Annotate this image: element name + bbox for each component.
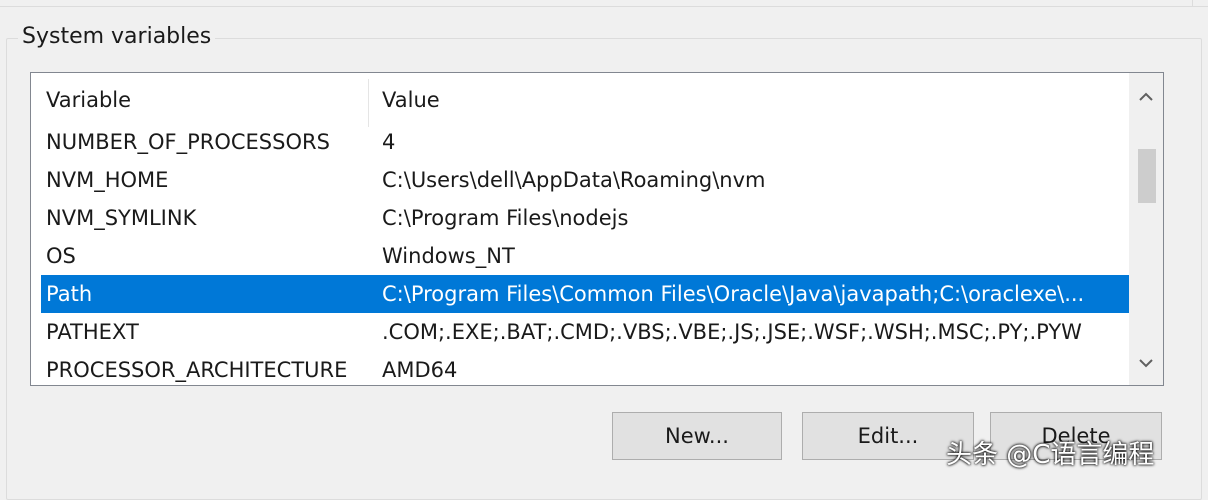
variable-name: OS: [46, 244, 76, 268]
system-variables-list[interactable]: Variable Value NUMBER_OF_PROCESSORS 4 NV…: [30, 72, 1164, 386]
variable-value: C:\Program Files\nodejs: [382, 206, 629, 230]
chevron-down-icon[interactable]: [1129, 343, 1163, 383]
variable-value: AMD64: [382, 358, 458, 382]
list-row[interactable]: NVM_HOME C:\Users\dell\AppData\Roaming\n…: [31, 161, 1127, 199]
chevron-up-icon[interactable]: [1129, 77, 1163, 117]
variable-value: Windows_NT: [382, 244, 515, 268]
column-header-value[interactable]: Value: [382, 73, 440, 127]
list-row[interactable]: NVM_SYMLINK C:\Program Files\nodejs: [31, 199, 1127, 237]
variable-value: C:\Users\dell\AppData\Roaming\nvm: [382, 168, 766, 192]
list-row-selected[interactable]: Path C:\Program Files\Common Files\Oracl…: [41, 275, 1135, 313]
watermark: 头条 @C语言编程: [946, 440, 1155, 470]
list-row[interactable]: OS Windows_NT: [31, 237, 1127, 275]
list-row[interactable]: PROCESSOR_ARCHITECTURE AMD64: [31, 351, 1127, 385]
vertical-scrollbar[interactable]: [1129, 73, 1163, 385]
list-rows: NUMBER_OF_PROCESSORS 4 NVM_HOME C:\Users…: [31, 123, 1135, 385]
new-button[interactable]: New...: [612, 412, 782, 460]
variable-name: PATHEXT: [46, 320, 139, 344]
column-header-variable[interactable]: Variable: [46, 73, 131, 127]
variable-value: C:\Program Files\Common Files\Oracle\Jav…: [382, 282, 1085, 306]
variable-name: NVM_SYMLINK: [46, 206, 197, 230]
variable-name: NVM_HOME: [46, 168, 169, 192]
group-title: System variables: [18, 22, 216, 52]
variable-name: Path: [46, 282, 93, 306]
variable-value: 4: [382, 130, 396, 154]
window-top-edge: [0, 0, 1208, 7]
variable-name: PROCESSOR_ARCHITECTURE: [46, 358, 348, 382]
list-row[interactable]: PATHEXT .COM;.EXE;.BAT;.CMD;.VBS;.VBE;.J…: [31, 313, 1127, 351]
scroll-thumb[interactable]: [1138, 149, 1156, 203]
list-header: Variable Value: [31, 73, 1127, 127]
column-divider[interactable]: [368, 79, 369, 127]
variable-name: NUMBER_OF_PROCESSORS: [46, 130, 330, 154]
list-row[interactable]: NUMBER_OF_PROCESSORS 4: [31, 123, 1127, 161]
variable-value: .COM;.EXE;.BAT;.CMD;.VBS;.VBE;.JS;.JSE;.…: [382, 320, 1082, 344]
window-top-divider: [1192, 0, 1193, 6]
